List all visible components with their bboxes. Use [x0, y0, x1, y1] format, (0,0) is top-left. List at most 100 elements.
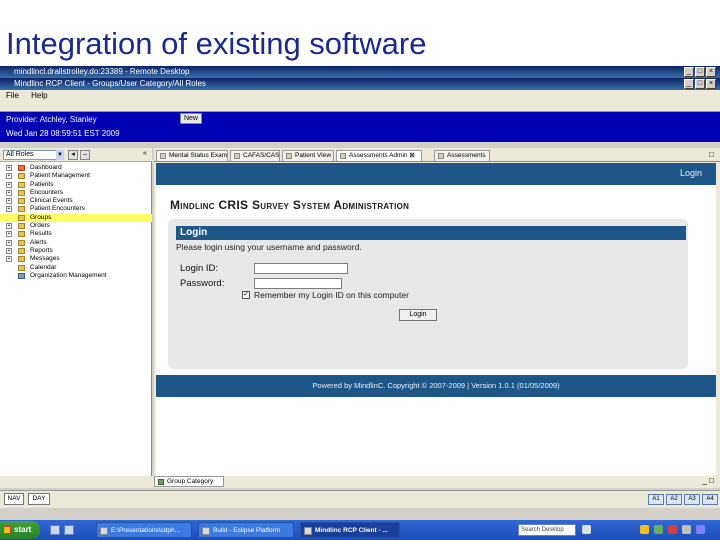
app-close-icon[interactable]: × [706, 79, 716, 89]
status-bar: NAV DAY A1 A2 A3 A4 [0, 490, 720, 508]
new-button[interactable]: New [180, 113, 202, 124]
document-icon [438, 153, 444, 159]
app-maximize-icon[interactable]: □ [695, 79, 705, 89]
provider-name: Provider: Atchley, Stanley [6, 115, 97, 124]
a4-button[interactable]: A4 [702, 494, 718, 505]
desktop-search-input[interactable]: Search Desktop [518, 524, 576, 536]
expand-icon[interactable]: + [6, 247, 12, 254]
tree-item[interactable]: + Patient Management [0, 172, 152, 180]
login-id-input[interactable] [254, 263, 348, 274]
expand-icon[interactable]: + [6, 189, 12, 196]
remember-label: Remember my Login ID on this computer [254, 290, 409, 300]
menu-help[interactable]: Help [31, 91, 47, 100]
minimize-icon[interactable]: _ [684, 67, 694, 77]
web-login-link[interactable]: Login [680, 168, 702, 178]
tab-assessments[interactable]: Assessments [434, 150, 490, 161]
tree-item[interactable]: + Dashboard [0, 164, 152, 172]
tray-network-icon[interactable] [654, 525, 663, 534]
tray-volume-icon[interactable] [682, 525, 691, 534]
tree-item-label: Alerts [30, 238, 47, 246]
chevron-down-icon[interactable]: ▼ [56, 150, 64, 160]
folder-icon [18, 189, 25, 196]
editor-area: Mental Status Exam CAFAS/CAS Patient Vie… [154, 148, 720, 488]
app-minimize-icon[interactable]: _ [684, 79, 694, 89]
tree-item[interactable]: + Encounters [0, 189, 152, 197]
search-go-icon[interactable] [582, 525, 591, 534]
role-combo[interactable]: All Roles [3, 150, 63, 160]
a1-button[interactable]: A1 [648, 494, 664, 505]
tree-item[interactable]: + Reports [0, 247, 152, 255]
start-button[interactable]: start [0, 521, 40, 539]
collapse-icon[interactable]: – [80, 150, 90, 160]
web-top-bar: Login [156, 163, 716, 185]
expand-icon[interactable]: + [6, 181, 12, 188]
expand-icon[interactable]: + [6, 231, 12, 238]
a2-button[interactable]: A2 [666, 494, 682, 505]
tab-group-category[interactable]: Group Category [154, 476, 224, 487]
remember-checkbox[interactable]: ✓ [242, 291, 250, 299]
task-item-eclipse[interactable]: Build - Eclipse Platform [198, 522, 294, 538]
folder-icon [18, 239, 25, 246]
navigation-tree: + Dashboard + Patient Management + Patients + E… [0, 164, 152, 280]
password-input[interactable] [254, 278, 342, 289]
tab-mental-status-exam[interactable]: Mental Status Exam [156, 150, 228, 161]
menu-file[interactable]: File [6, 91, 19, 100]
tree-item-label: Organization Management [30, 271, 107, 279]
tree-item[interactable]: + Results [0, 230, 152, 238]
tree-item-label: Clinical Events [30, 197, 73, 205]
tree-item-label: Calendar [30, 263, 57, 271]
expand-icon[interactable]: + [6, 165, 12, 171]
maximize-view-icon[interactable]: □ [709, 150, 714, 159]
tab-patient-view[interactable]: Patient View [282, 150, 334, 161]
app-title-text: Mindlinc RCP Client - Groups/User Catego… [14, 79, 206, 88]
document-icon [340, 153, 346, 159]
minimize-view-icon[interactable]: « [140, 150, 150, 160]
tree-item-label: Patient Encounters [30, 205, 85, 213]
tab-cafas-cas[interactable]: CAFAS/CAS [230, 150, 280, 161]
expand-icon[interactable]: + [6, 173, 12, 180]
tree-item[interactable]: + Clinical Events [0, 197, 152, 205]
back-icon[interactable]: ◂ [68, 150, 78, 160]
tree-item[interactable]: Organization Management [0, 272, 152, 280]
web-page-heading: Mindlinc CRIS Survey System Administrati… [170, 198, 410, 212]
day-button[interactable]: DAY [28, 493, 50, 505]
dashboard-icon [18, 165, 25, 171]
tree-item[interactable]: + Orders [0, 222, 152, 230]
expand-icon[interactable]: + [6, 206, 12, 213]
tray-alert-icon[interactable] [668, 525, 677, 534]
tree-item[interactable]: + Patients [0, 181, 152, 189]
tree-item[interactable]: Calendar [0, 264, 152, 272]
login-id-label: Login ID: [180, 263, 219, 274]
tray-shield-icon[interactable] [640, 525, 649, 534]
maximize-icon[interactable]: □ [695, 67, 705, 77]
folder-icon [18, 231, 25, 238]
expand-icon[interactable]: + [6, 223, 12, 230]
tree-item-label: Dashboard [30, 164, 62, 171]
tree-item[interactable]: + Patient Encounters [0, 205, 152, 213]
quicklaunch-desktop-icon[interactable] [50, 525, 60, 535]
quicklaunch-browser-icon[interactable] [64, 525, 74, 535]
slide-title: Integration of existing software [6, 26, 427, 61]
nav-button[interactable]: NAV [4, 493, 24, 505]
login-button[interactable]: Login [399, 309, 437, 321]
minimize-bottom-icon[interactable]: _ □ [702, 476, 714, 485]
expand-icon[interactable]: + [6, 198, 12, 205]
tray-app-icon[interactable] [696, 525, 705, 534]
expand-icon[interactable]: + [6, 256, 12, 263]
close-icon[interactable]: × [706, 67, 716, 77]
remote-desktop-screen: mindlincl.drallstrolley.do:23389 - Remot… [0, 66, 720, 540]
expand-icon[interactable]: + [6, 239, 12, 246]
menu-bar: File Help [0, 90, 720, 102]
tree-item[interactable]: + Alerts [0, 239, 152, 247]
tree-item[interactable]: Groups [0, 213, 152, 223]
tree-item[interactable]: + Messages [0, 255, 152, 263]
task-item-mindlinc[interactable]: Mindlinc RCP Client - ... [300, 522, 400, 538]
tree-item-label: Results [30, 230, 52, 238]
tab-assessments-admin[interactable]: Assessments Admin ⊠ [336, 150, 422, 161]
folder-icon [18, 223, 25, 230]
bottom-tabbar: Group Category _ □ [0, 476, 720, 488]
web-footer: Powered by MindlinC. Copyright © 2007-20… [156, 375, 716, 397]
folder-icon [18, 173, 25, 180]
a3-button[interactable]: A3 [684, 494, 700, 505]
task-item-presentations[interactable]: E:\Presentations\cdph... [96, 522, 192, 538]
